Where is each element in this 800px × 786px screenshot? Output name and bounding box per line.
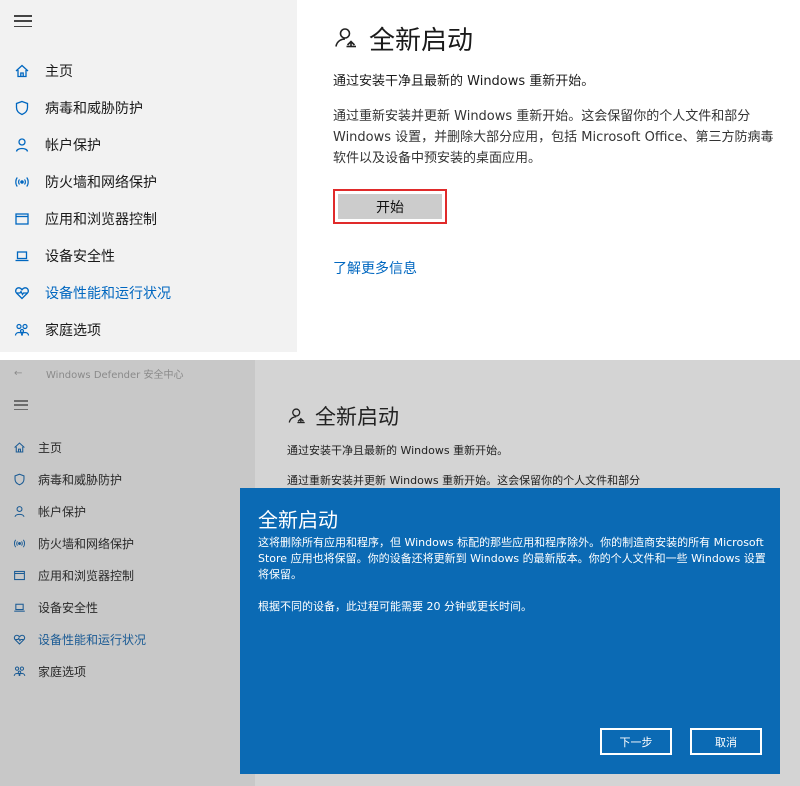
- family-icon: [11, 663, 27, 679]
- sidebar-item-home[interactable]: 主页: [0, 433, 290, 461]
- cancel-button[interactable]: 取消: [690, 728, 762, 755]
- laptop-icon: [13, 247, 31, 265]
- bottom-panel: ← Windows Defender 安全中心 主页 病毒和威胁防护 帐户保护 …: [0, 360, 800, 786]
- page-subtitle: 通过安装干净且最新的 Windows 重新开始。: [333, 74, 595, 89]
- page-title: 全新启动: [315, 405, 399, 429]
- next-button[interactable]: 下一步: [600, 728, 672, 755]
- page-subtitle: 通过安装干净且最新的 Windows 重新开始。: [287, 444, 509, 457]
- sidebar-item-label: 设备安全性: [45, 249, 115, 265]
- shield-icon: [13, 99, 31, 117]
- page-header: 全新启动: [333, 18, 783, 58]
- sidebar-item-account[interactable]: 帐户保护: [0, 130, 290, 160]
- sidebar-item-label: 设备安全性: [38, 600, 99, 615]
- fresh-start-dialog: 全新启动 这将删除所有应用和程序，但 Windows 标配的那些应用和程序除外。…: [240, 488, 780, 774]
- dialog-title: 全新启动: [258, 508, 338, 532]
- sidebar-item-label: 应用和浏览器控制: [45, 212, 157, 228]
- sidebar-item-label: 设备性能和运行状况: [45, 286, 171, 302]
- sidebar-item-firewall[interactable]: 防火墙和网络保护: [0, 167, 290, 197]
- sidebar-item-virus-protection[interactable]: 病毒和威胁防护: [0, 93, 290, 123]
- dialog-note: 根据不同的设备，此过程可能需要 20 分钟或更长时间。: [258, 600, 532, 613]
- page-header: 全新启动: [287, 400, 767, 432]
- start-button[interactable]: 开始: [338, 194, 442, 219]
- fresh-start-icon: [288, 408, 305, 424]
- sidebar-item-device-security[interactable]: 设备安全性: [0, 241, 290, 271]
- back-arrow-icon[interactable]: ←: [14, 368, 28, 379]
- heart-icon: [13, 284, 31, 302]
- hamburger-menu-icon[interactable]: [14, 15, 32, 27]
- dialog-body: 这将删除所有应用和程序，但 Windows 标配的那些应用和程序除外。你的制造商…: [258, 536, 766, 581]
- sidebar-item-home[interactable]: 主页: [0, 56, 290, 86]
- laptop-icon: [11, 599, 27, 615]
- learn-more-link[interactable]: 了解更多信息: [333, 258, 417, 278]
- sidebar-item-label: 病毒和威胁防护: [38, 472, 123, 487]
- sidebar-item-label: 防火墙和网络保护: [38, 536, 135, 551]
- sidebar-item-label: 家庭选项: [38, 664, 87, 679]
- hamburger-menu-icon[interactable]: [14, 400, 28, 410]
- heart-icon: [11, 631, 27, 647]
- person-icon: [13, 136, 31, 154]
- sidebar-item-label: 主页: [45, 64, 73, 80]
- family-icon: [13, 321, 31, 339]
- sidebar-item-label: 家庭选项: [45, 323, 101, 339]
- top-panel: 主页 病毒和威胁防护 帐户保护 防火墙和网络保护 应用和浏览器控制 设备安全性 …: [0, 0, 800, 352]
- sidebar-item-family[interactable]: 家庭选项: [0, 315, 290, 345]
- wireless-icon: [13, 173, 31, 191]
- window-title: Windows Defender 安全中心: [46, 369, 184, 381]
- sidebar-item-label: 帐户保护: [45, 138, 101, 154]
- sidebar-item-label: 帐户保护: [38, 504, 87, 519]
- page-title: 全新启动: [369, 25, 474, 56]
- sidebar: 主页 病毒和威胁防护 帐户保护 防火墙和网络保护 应用和浏览器控制 设备安全性 …: [0, 0, 297, 352]
- home-icon: [13, 62, 31, 80]
- sidebar-item-device-performance[interactable]: 设备性能和运行状况: [0, 278, 290, 308]
- shield-icon: [11, 471, 27, 487]
- sidebar-item-label: 应用和浏览器控制: [38, 568, 135, 583]
- start-button-highlight: 开始: [333, 189, 447, 224]
- sidebar-item-app-browser[interactable]: 应用和浏览器控制: [0, 204, 290, 234]
- fresh-start-content: 全新启动 通过安装干净且最新的 Windows 重新开始。 通过重新安装并更新 …: [333, 18, 783, 277]
- sidebar-item-label: 防火墙和网络保护: [45, 175, 157, 191]
- fresh-start-icon: [335, 28, 356, 48]
- fresh-start-content: 全新启动 通过安装干净且最新的 Windows 重新开始。 通过重新安装并更新 …: [287, 400, 767, 490]
- window-titlebar: ← Windows Defender 安全中心: [0, 360, 800, 386]
- window-icon: [11, 567, 27, 583]
- sidebar-item-label: 设备性能和运行状况: [38, 632, 147, 647]
- wireless-icon: [11, 535, 27, 551]
- window-icon: [13, 210, 31, 228]
- page-description: 通过重新安装并更新 Windows 重新开始。这会保留你的个人文件和部分 Win…: [333, 109, 774, 166]
- home-icon: [11, 439, 27, 455]
- sidebar-item-label: 病毒和威胁防护: [45, 101, 143, 117]
- person-icon: [11, 503, 27, 519]
- sidebar-item-label: 主页: [38, 440, 63, 455]
